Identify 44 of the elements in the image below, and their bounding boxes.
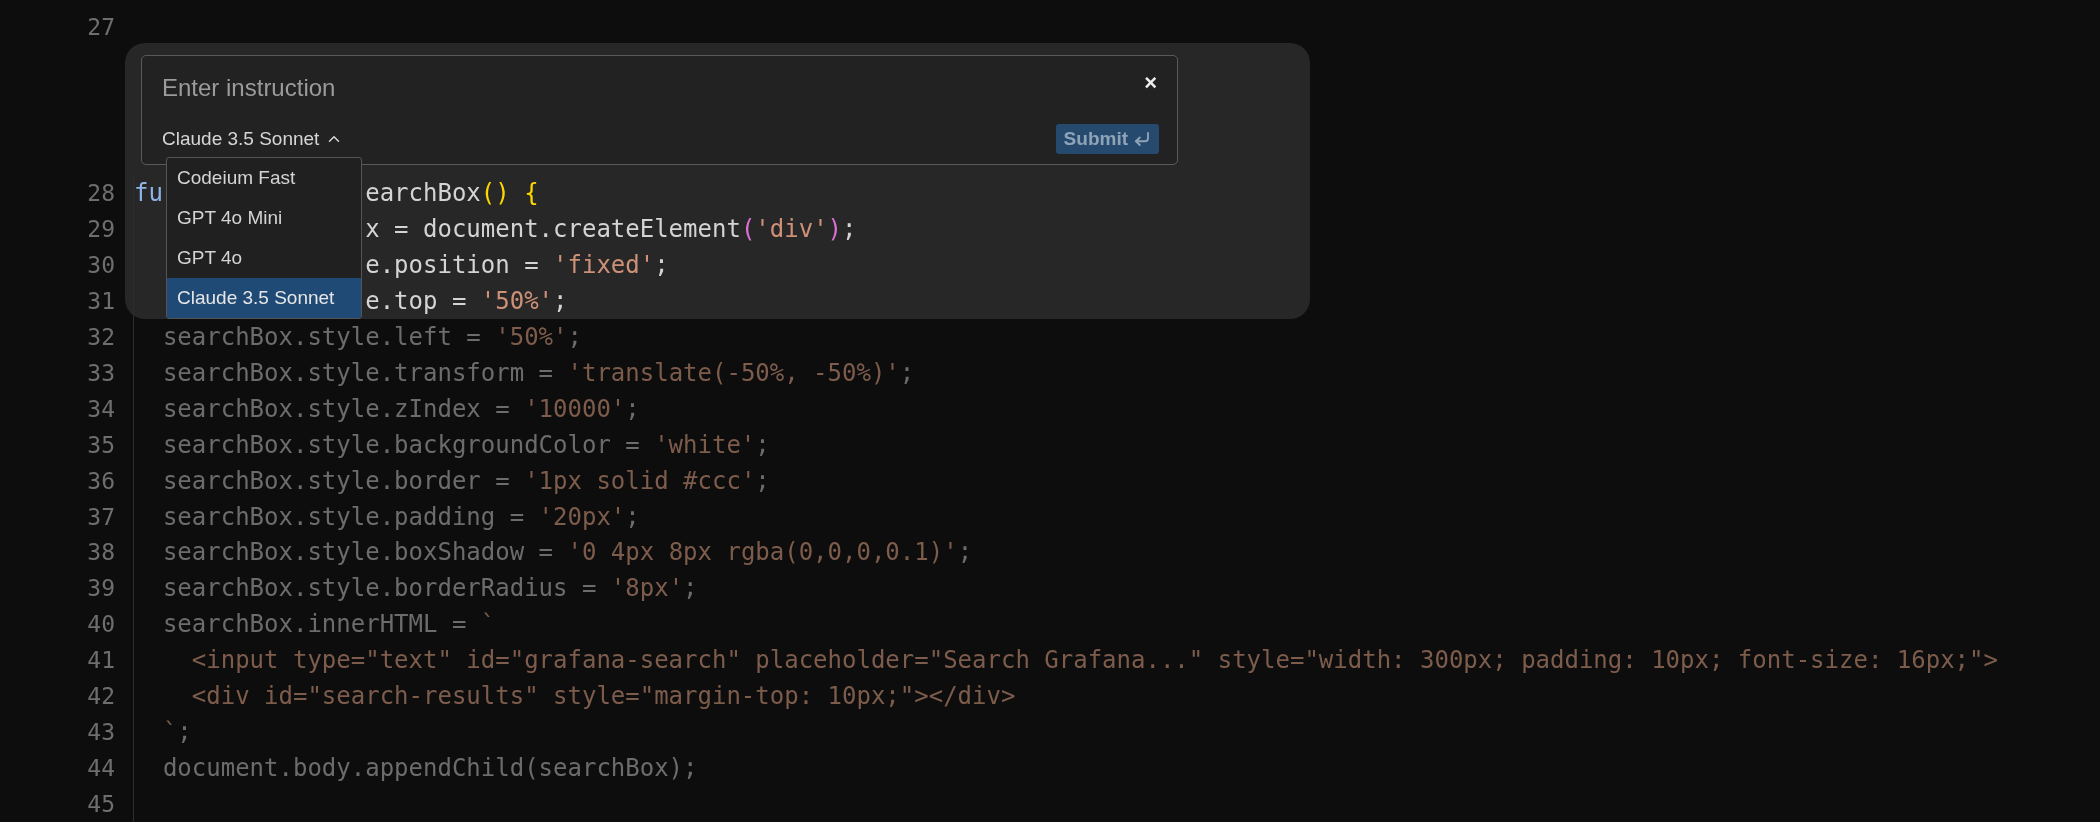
model-option[interactable]: Claude 3.5 Sonnet [167,278,361,318]
code-line: searchBox.style.boxShadow = '0 4px 8px rgba(0,0,0,0.1)'; [161,538,973,567]
code-line: searchBox.style.left = '50%'; [161,322,582,351]
model-selector[interactable]: Claude 3.5 Sonnet [162,128,344,150]
line-number: 41 [86,647,115,674]
code-line: searchBox.style.border = '1px solid #ccc'; [161,466,770,495]
code-line: searchBox.style.borderRadius = '8px'; [161,574,698,603]
code-line: earchBox() { [365,178,539,207]
line-number: 28 [86,179,115,206]
code-line: searchBox.innerHTML = ` [161,610,496,639]
submit-button[interactable]: Submit [1055,124,1159,154]
model-option[interactable]: Codeium Fast [167,158,361,198]
code-line: document.body.appendChild(searchBox); [161,754,698,783]
line-number: 38 [86,539,115,566]
code-line: <input type="text" id="grafana-search" placeholder="Search Grafana..." style="width: 300px; padding: 10px; font-size: 16px;"> [190,646,1998,675]
code-line: x = document.createElement('div'); [365,214,857,243]
code-line: e.position = 'fixed'; [365,250,669,279]
line-number: 35 [86,431,115,458]
line-number: 43 [86,719,115,746]
code-line: searchBox.style.zIndex = '10000'; [161,394,640,423]
code-line: `; [161,718,192,747]
return-icon [1133,130,1151,148]
line-number: 30 [86,251,115,278]
line-number: 37 [86,503,115,530]
model-option[interactable]: GPT 4o [167,238,361,278]
line-number: 42 [86,683,115,710]
line-number: 36 [86,467,115,494]
line-number: 29 [86,215,115,242]
line-number: 31 [86,287,115,314]
line-number: 40 [86,611,115,638]
line-number: 44 [86,755,115,782]
line-number: 27 [86,13,115,40]
code-line: e.top = '50%'; [365,286,568,315]
line-number: 34 [86,395,115,422]
line-number: 39 [86,575,115,602]
model-option[interactable]: GPT 4o Mini [167,198,361,238]
code-line: searchBox.style.transform = 'translate(-50%, -50%)'; [161,358,915,387]
code-line: searchBox.style.backgroundColor = 'white'; [161,430,770,459]
code-line: <div id="search-results" style="margin-top: 10px;"></div> [190,682,1016,711]
line-number: 32 [86,323,115,350]
close-button[interactable]: × [1142,72,1159,94]
code-line: searchBox.style.padding = '20px'; [161,502,640,531]
line-number: 33 [86,359,115,386]
line-number: 45 [86,791,115,818]
